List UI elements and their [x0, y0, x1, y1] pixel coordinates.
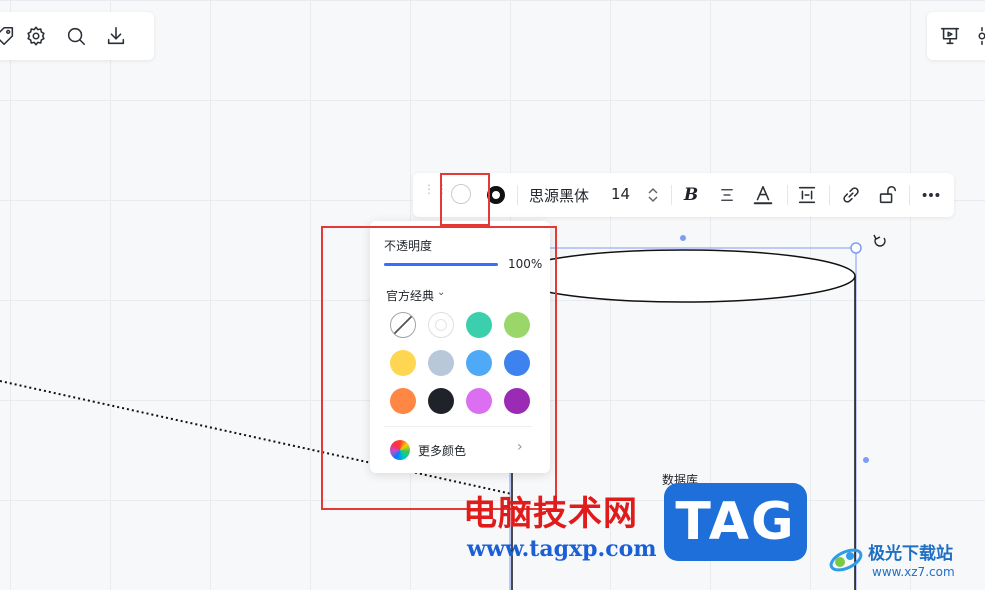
more-horizontal-icon: [922, 193, 940, 197]
resize-handle-top-right[interactable]: [850, 242, 862, 254]
top-left-toolbar: [0, 12, 154, 60]
anchor-point-top[interactable]: [680, 235, 686, 241]
tag-button[interactable]: [0, 16, 16, 56]
watermark-url: www.tagxp.com: [467, 536, 657, 562]
tag-icon: [0, 26, 14, 46]
align-button[interactable]: [715, 183, 739, 207]
unlock-icon: [879, 185, 897, 204]
download-icon: [107, 26, 125, 45]
font-family-select[interactable]: 思源黑体: [529, 185, 589, 206]
divider: [517, 185, 518, 205]
watermark-site-url: www.xz7.com: [872, 565, 955, 579]
watermark-site-name: 极光下载站: [868, 544, 953, 564]
present-icon[interactable]: [939, 25, 961, 47]
aurora-logo-icon: [829, 548, 863, 572]
gear-icon: [27, 26, 45, 46]
highlight-box-fill-button: [440, 173, 490, 226]
search-icon: [67, 27, 86, 46]
text-color-button[interactable]: [751, 183, 775, 207]
watermark-tag-logo: TAG: [664, 483, 807, 561]
settings-button[interactable]: [16, 16, 56, 56]
spacing-icon: [798, 186, 816, 204]
divider: [829, 185, 830, 205]
link-icon: [843, 187, 859, 203]
download-button[interactable]: [96, 16, 136, 56]
lock-button[interactable]: [875, 183, 899, 207]
divider: [909, 185, 910, 205]
font-size-stepper-icon[interactable]: [646, 185, 660, 205]
text-color-icon: [753, 185, 773, 205]
highlight-box-popup: [321, 226, 557, 510]
rotate-handle-icon[interactable]: [873, 234, 886, 247]
divider: [671, 185, 672, 205]
anchor-point-right[interactable]: [863, 457, 869, 463]
font-size-value[interactable]: 14: [611, 185, 630, 203]
align-center-icon: [721, 189, 733, 201]
top-right-toolbar: [927, 12, 985, 60]
settings-more-icon[interactable]: [971, 25, 985, 47]
bold-button[interactable]: B: [679, 183, 703, 207]
spacing-button[interactable]: [795, 183, 819, 207]
divider: [787, 185, 788, 205]
watermark-cn-text: 电脑技术网: [463, 494, 638, 534]
format-toolbar: ⋮⋮ 思源黑体 14 B: [413, 173, 954, 217]
search-button[interactable]: [56, 16, 96, 56]
link-button[interactable]: [839, 183, 863, 207]
more-options-button[interactable]: [919, 183, 943, 207]
